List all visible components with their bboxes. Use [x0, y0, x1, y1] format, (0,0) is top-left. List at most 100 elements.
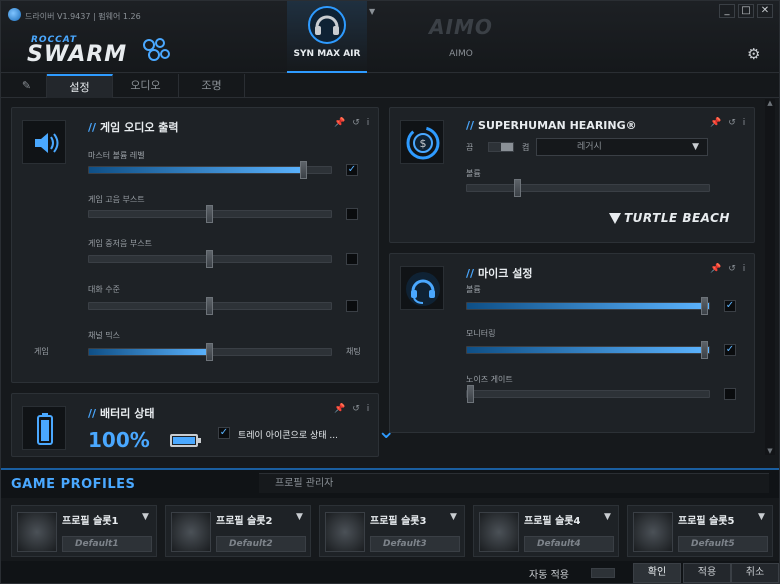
superhuman-preset-select[interactable]: 레거시 ▼: [536, 138, 708, 156]
brand-swarm: SWARM: [27, 42, 128, 67]
master-volume-slider[interactable]: [88, 161, 332, 179]
game-profiles-title: GAME PROFILES: [11, 477, 136, 492]
mic-tools-icons[interactable]: 📌↺i: [710, 264, 752, 274]
battery-panel: //배터리 상태 📌↺i 100% ✓ 트레이 아이콘으로 상태 ...: [11, 393, 379, 457]
speaker-icon: [22, 120, 66, 164]
scroll-up-icon[interactable]: ▲: [765, 99, 775, 107]
chat-level-slider[interactable]: [88, 297, 332, 315]
close-button[interactable]: ✕: [757, 4, 773, 18]
chevron-down-icon[interactable]: ▼: [296, 512, 303, 522]
tab-audio[interactable]: 오디오: [113, 74, 179, 98]
tab-settings[interactable]: 설정: [47, 74, 113, 98]
app-icon: [8, 8, 21, 21]
tray-icon-checkbox[interactable]: ✓: [218, 427, 230, 439]
chat-level-thumb[interactable]: [206, 297, 213, 315]
panel-tools-icons[interactable]: 📌↺i: [334, 118, 376, 128]
bass-boost-checkbox[interactable]: [346, 253, 358, 265]
bass-boost-thumb[interactable]: [206, 250, 213, 268]
swarm-bubbles-icon: [143, 38, 170, 61]
device-dropdown-icon[interactable]: ▼: [369, 7, 375, 16]
battery-nub: [198, 438, 201, 443]
superhuman-volume-thumb[interactable]: [513, 179, 521, 197]
battery-tools-icons[interactable]: 📌↺i: [334, 404, 376, 414]
profile-slot-4[interactable]: 프로필 슬롯4 ▼ Default4: [473, 505, 619, 557]
mic-title: //마이크 설정: [466, 267, 533, 280]
profile-slot-5[interactable]: 프로필 슬롯5 ▼ Default5: [627, 505, 773, 557]
chevron-down-icon[interactable]: ▼: [142, 512, 149, 522]
device-tab-syn-max-air[interactable]: SYN MAX AIR: [287, 1, 367, 73]
chevron-down-icon[interactable]: ▼: [758, 512, 765, 522]
profile-slot-input[interactable]: Default1: [62, 536, 152, 552]
chat-mix-label: 채널 믹스: [88, 331, 120, 340]
main-scrollbar[interactable]: ▲ ▼: [765, 99, 775, 455]
chat-mix-left-label: 게임: [34, 347, 49, 356]
mic-volume-thumb[interactable]: [701, 297, 708, 315]
auto-apply-toggle[interactable]: [591, 568, 615, 578]
device-tab-aimo[interactable]: AIMO AIMO: [421, 1, 501, 73]
turtle-beach-logo: TURTLE BEACH: [624, 211, 730, 225]
noise-gate-slider[interactable]: [466, 385, 710, 403]
battery-fill: [173, 437, 195, 444]
chat-mix-fill: [89, 349, 210, 355]
mic-volume-slider[interactable]: [466, 297, 710, 315]
profile-slot-input[interactable]: Default4: [524, 536, 614, 552]
profile-manager-tab[interactable]: 프로필 관리자: [259, 473, 769, 493]
superhuman-hearing-icon: $: [400, 120, 444, 164]
battery-percent: 100%: [88, 428, 150, 452]
chevron-down-icon[interactable]: ▼: [604, 512, 611, 522]
bass-boost-label: 게임 중저음 부스트: [88, 239, 152, 248]
superhuman-toggle[interactable]: [488, 142, 514, 152]
tab-bar: ✎ 설정 오디오 조명: [1, 74, 779, 98]
profile-slot-input[interactable]: Default2: [216, 536, 306, 552]
gear-icon[interactable]: ⚙: [747, 45, 760, 63]
mic-volume-checkbox[interactable]: ✓: [724, 300, 736, 312]
mic-monitor-slider[interactable]: [466, 341, 710, 359]
profile-slot-2[interactable]: 프로필 슬롯2 ▼ Default2: [165, 505, 311, 557]
profile-slot-name: 프로필 슬롯2: [216, 516, 273, 527]
window-title: 드라이버 V1.9437 | 펌웨어 1.26: [25, 12, 141, 21]
treble-boost-checkbox[interactable]: [346, 208, 358, 220]
noise-gate-checkbox[interactable]: [724, 388, 736, 400]
maximize-button[interactable]: □: [738, 4, 754, 18]
apply-button[interactable]: 적용: [683, 563, 731, 583]
game-audio-title: //게임 오디오 출력: [88, 121, 179, 134]
mic-headset-icon: [400, 266, 444, 310]
device-label: SYN MAX AIR: [293, 49, 361, 59]
profile-slot-input[interactable]: Default3: [370, 536, 460, 552]
superhuman-title: //SUPERHUMAN HEARING®: [466, 119, 637, 132]
master-volume-checkbox[interactable]: ✓: [346, 164, 358, 176]
superhuman-volume-slider[interactable]: [466, 179, 710, 197]
profile-slot-3[interactable]: 프로필 슬롯3 ▼ Default3: [319, 505, 465, 557]
master-volume-thumb[interactable]: [299, 161, 307, 179]
noise-gate-thumb[interactable]: [467, 385, 474, 403]
chevron-down-icon: ▼: [692, 142, 699, 152]
chat-mix-slider[interactable]: [88, 343, 332, 361]
cancel-button[interactable]: 취소: [731, 563, 779, 583]
auto-apply-label: 자동 적용: [529, 570, 569, 581]
ok-button[interactable]: 확인: [633, 563, 681, 583]
treble-boost-slider[interactable]: [88, 205, 332, 223]
superhuman-tools-icons[interactable]: 📌↺i: [710, 118, 752, 128]
minimize-button[interactable]: _: [719, 4, 735, 18]
pin-tab-icon[interactable]: ✎: [7, 74, 47, 98]
game-audio-panel: //게임 오디오 출력 📌↺i 마스터 볼륨 레벨 ✓ 게임 고음 부스트 게임…: [11, 107, 379, 383]
mic-monitor-thumb[interactable]: [701, 341, 708, 359]
chevron-down-icon[interactable]: ▼: [450, 512, 457, 522]
treble-boost-label: 게임 고음 부스트: [88, 195, 145, 204]
profile-slot-icon: [171, 512, 211, 552]
scroll-down-arrow-icon[interactable]: ▼: [765, 447, 775, 455]
profile-slot-icon: [17, 512, 57, 552]
bass-boost-slider[interactable]: [88, 250, 332, 268]
mic-monitor-checkbox[interactable]: ✓: [724, 344, 736, 356]
profile-slot-input[interactable]: Default5: [678, 536, 768, 552]
profile-slot-name: 프로필 슬롯4: [524, 516, 581, 527]
profile-slot-1[interactable]: 프로필 슬롯1 ▼ Default1: [11, 505, 157, 557]
treble-boost-thumb[interactable]: [206, 205, 213, 223]
profile-slot-icon: [633, 512, 673, 552]
chat-mix-thumb[interactable]: [206, 343, 213, 361]
superhuman-hearing-panel: $ //SUPERHUMAN HEARING® 📌↺i 끔 켬 레거시 ▼ 볼륨…: [389, 107, 755, 243]
tab-lighting[interactable]: 조명: [179, 74, 245, 98]
header: 드라이버 V1.9437 | 펌웨어 1.26 ROCCAT SWARM SYN…: [1, 1, 779, 73]
chat-level-checkbox[interactable]: [346, 300, 358, 312]
battery-title: //배터리 상태: [88, 407, 155, 420]
